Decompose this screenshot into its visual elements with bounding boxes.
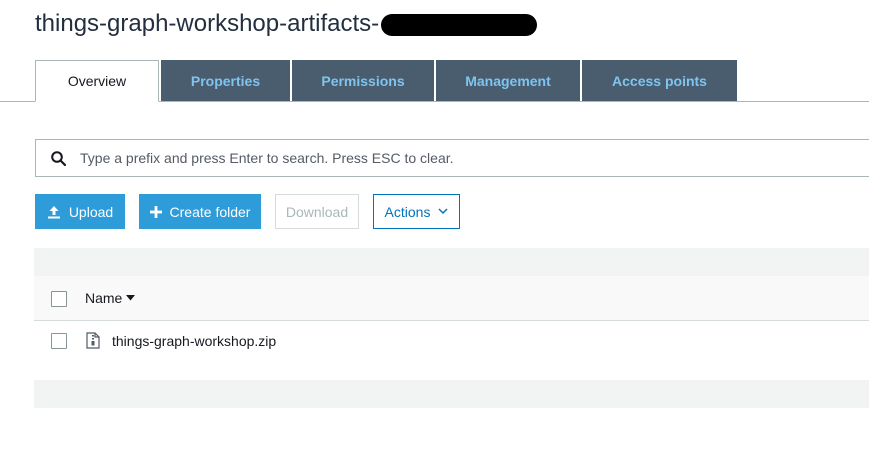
select-all-checkbox[interactable] bbox=[51, 291, 67, 307]
upload-icon bbox=[47, 205, 61, 219]
upload-button[interactable]: Upload bbox=[35, 194, 125, 229]
table-row[interactable]: things-graph-workshop.zip bbox=[34, 321, 869, 361]
create-folder-button[interactable]: Create folder bbox=[139, 194, 261, 229]
tab-access-points[interactable]: Access points bbox=[582, 60, 737, 101]
file-name-link[interactable]: things-graph-workshop.zip bbox=[112, 333, 276, 349]
tab-management[interactable]: Management bbox=[436, 60, 580, 101]
plus-icon bbox=[149, 205, 162, 218]
create-folder-label: Create folder bbox=[169, 203, 251, 220]
row-checkbox[interactable] bbox=[51, 333, 67, 349]
chevron-down-icon bbox=[438, 208, 448, 215]
bucket-name: things-graph-workshop-artifacts- bbox=[35, 10, 380, 37]
table-bottom-band bbox=[34, 380, 869, 408]
download-label: Download bbox=[285, 203, 349, 220]
tab-properties[interactable]: Properties bbox=[161, 60, 290, 101]
search-box bbox=[35, 139, 869, 177]
name-column-label: Name bbox=[85, 290, 123, 306]
download-button[interactable]: Download bbox=[275, 194, 359, 229]
table-header-row: Name bbox=[34, 276, 869, 321]
upload-label: Upload bbox=[68, 203, 114, 220]
search-input[interactable] bbox=[80, 150, 780, 166]
page-title: things-graph-workshop-artifacts- bbox=[35, 10, 538, 38]
table-top-band bbox=[34, 248, 869, 276]
tab-overview[interactable]: Overview bbox=[35, 60, 159, 102]
actions-dropdown[interactable]: Actions bbox=[373, 194, 460, 229]
redaction-mark bbox=[381, 14, 538, 36]
tab-bar: Overview Properties Permissions Manageme… bbox=[35, 60, 739, 102]
tab-permissions[interactable]: Permissions bbox=[292, 60, 434, 101]
actions-label: Actions bbox=[384, 203, 431, 220]
zip-file-icon bbox=[86, 332, 100, 354]
search-icon bbox=[51, 150, 66, 166]
name-column-header[interactable]: Name bbox=[85, 290, 136, 306]
caret-down-icon bbox=[126, 295, 136, 301]
